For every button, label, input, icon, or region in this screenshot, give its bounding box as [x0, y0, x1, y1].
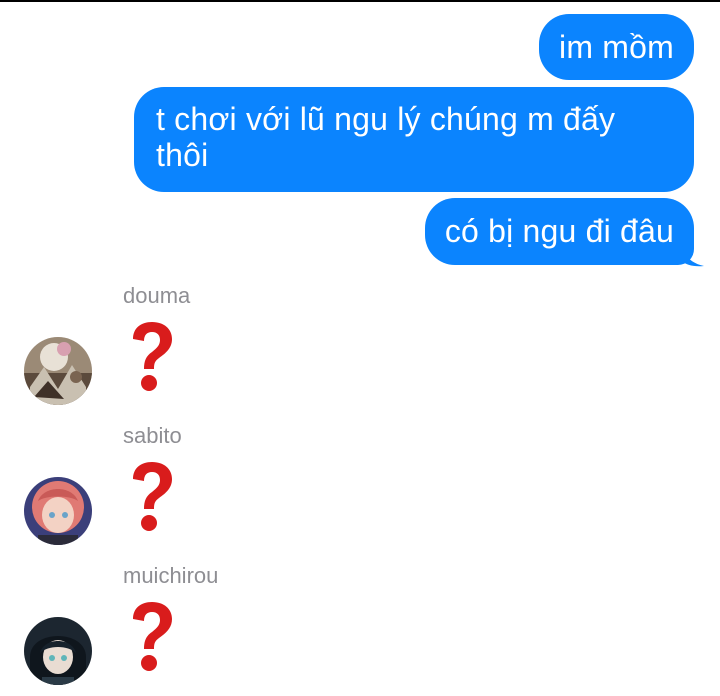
top-divider	[0, 0, 720, 2]
avatar-muichirou[interactable]	[24, 617, 92, 685]
avatar-image	[24, 337, 92, 405]
sender-name: muichirou	[123, 563, 219, 588]
avatar-douma[interactable]	[24, 337, 92, 405]
chat-thread: im mồm t chơi với lũ ngu lý chúng m đấy …	[0, 0, 720, 696]
avatar-image	[24, 617, 92, 685]
question-mark-icon	[133, 462, 172, 531]
avatar-sabito[interactable]	[24, 477, 92, 545]
sender-name: sabito	[123, 423, 182, 448]
outgoing-message[interactable]: t chơi với lũ ngu lý chúng m đấy thôi	[134, 87, 694, 192]
outgoing-message[interactable]: có bị ngu đi đâu	[424, 198, 694, 265]
question-mark-icon	[133, 322, 172, 391]
sender-name: douma	[123, 283, 191, 308]
avatar-image	[24, 477, 92, 545]
question-mark-icon	[133, 602, 172, 671]
bubble-tail-icon	[682, 245, 704, 267]
outgoing-message[interactable]: im mồm	[539, 14, 694, 80]
